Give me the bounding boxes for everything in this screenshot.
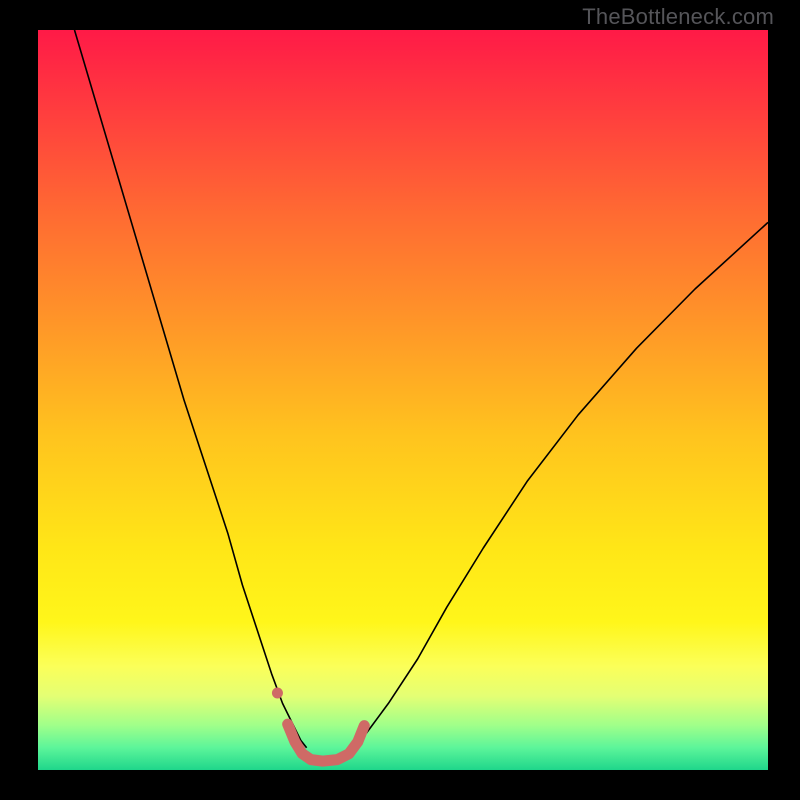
chart-plot-area	[38, 30, 768, 770]
chart-svg	[38, 30, 768, 770]
chart-background	[38, 30, 768, 770]
series-bottom-red-dot	[272, 688, 283, 699]
chart-frame: TheBottleneck.com	[0, 0, 800, 800]
watermark-text: TheBottleneck.com	[582, 4, 774, 30]
